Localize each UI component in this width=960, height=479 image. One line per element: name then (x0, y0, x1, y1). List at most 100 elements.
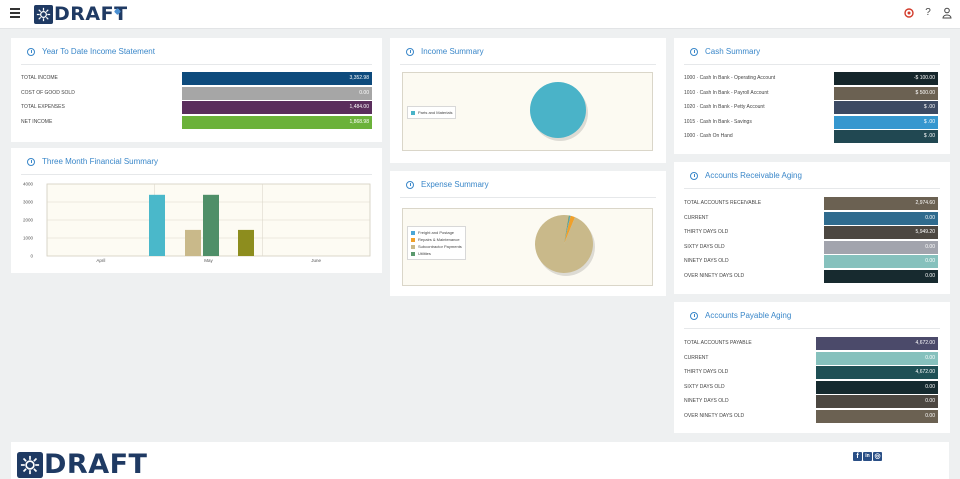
row-label: 1000 · Cash On Hand (684, 133, 733, 140)
x-tick-label: May (204, 258, 213, 263)
info-icon (690, 311, 698, 320)
ytd-title: Year To Date Income Statement (42, 47, 155, 56)
info-icon (406, 47, 414, 56)
row-label: CURRENT (684, 214, 709, 221)
top-icons: ? (904, 7, 952, 19)
row-label: COST OF GOOD SOLD (21, 89, 75, 96)
legend-swatch (411, 230, 415, 235)
legend-swatch (411, 244, 415, 249)
bar (238, 229, 254, 256)
user-icon[interactable] (942, 7, 952, 19)
row-value-bar: $ .00 (834, 115, 938, 129)
legend-item: Repairs & Maintenance (411, 236, 462, 243)
linkedin-icon[interactable]: in (863, 452, 872, 461)
ap-aging-title: Accounts Payable Aging (705, 311, 792, 320)
info-icon (406, 180, 414, 189)
ar-aging-title: Accounts Receivable Aging (705, 171, 802, 180)
row-value-bar: 0.00 (824, 240, 938, 254)
bar (185, 229, 201, 256)
summary-row: TOTAL EXPENSES 1,484.00 (11, 101, 382, 115)
info-icon (690, 47, 698, 56)
row-value-bar: $ 500.00 (834, 86, 938, 100)
summary-row: TOTAL ACCOUNTS RECEIVABLE 2,974.60 (674, 197, 950, 210)
row-value-bar: 5,949.20 (824, 226, 938, 240)
pie-slice (530, 82, 586, 138)
instagram-icon[interactable]: ◎ (873, 452, 882, 461)
row-label: OVER NINETY DAYS OLD (684, 413, 745, 419)
info-icon (690, 171, 698, 180)
row-label: TOTAL ACCOUNTS PAYABLE (684, 340, 752, 346)
row-label: 1020 · Cash In Bank - Petty Account (684, 104, 765, 111)
legend-label: Parts and Materials (418, 110, 453, 115)
expense-summary-title: Expense Summary (421, 180, 489, 189)
row-value-bar: $ .00 (834, 130, 938, 144)
expense-legend: Freight and Postage Repairs & Maintenance… (407, 226, 466, 260)
legend-swatch (411, 237, 415, 242)
row-label: THIRTY DAYS OLD (684, 369, 729, 376)
row-label: SIXTY DAYS OLD (684, 383, 725, 390)
row-value-bar: 0.00 (816, 351, 938, 365)
legend-item: Parts and Materials (411, 109, 452, 116)
summary-row: SIXTY DAYS OLD 0.00 (674, 240, 950, 254)
summary-row: OVER NINETY DAYS OLD 0.00 (674, 270, 950, 283)
bar (203, 194, 219, 256)
row-label: CURRENT (684, 354, 709, 361)
row-value-bar: 0.00 (824, 211, 938, 225)
help-icon[interactable]: ? (923, 7, 933, 19)
logo[interactable]: DRAFT (34, 3, 128, 25)
three-month-title: Three Month Financial Summary (42, 157, 159, 166)
legend-item: Utilities (411, 250, 462, 257)
ar-aging-card: Accounts Receivable Aging TOTAL ACCOUNTS… (674, 162, 950, 294)
info-icon (27, 157, 35, 166)
footer: DRAFT f in ◎ (11, 442, 949, 479)
row-value-bar: -$ 100.00 (834, 72, 938, 85)
row-label: SIXTY DAYS OLD (684, 243, 725, 250)
summary-row: 1015 · Cash In Bank - Savings $ .00 (674, 115, 950, 129)
legend-swatch (411, 251, 415, 256)
x-tick-label: April (96, 258, 105, 263)
summary-row: 1020 · Cash In Bank - Petty Account $ .00 (674, 101, 950, 115)
menu-icon[interactable] (10, 8, 20, 20)
row-value-bar: 4,672.00 (816, 337, 938, 350)
summary-row: THIRTY DAYS OLD 4,672.00 (674, 366, 950, 380)
footer-logo-gear-icon (17, 452, 43, 478)
x-tick-label: June (311, 258, 321, 263)
row-label: NINETY DAYS OLD (684, 398, 729, 405)
legend-item: Freight and Postage (411, 229, 462, 236)
summary-row: NET INCOME 1,868.98 (11, 115, 382, 129)
income-legend: Parts and Materials (407, 106, 457, 119)
summary-row: TOTAL ACCOUNTS PAYABLE 4,672.00 (674, 337, 950, 350)
summary-row: CURRENT 0.00 (674, 351, 950, 365)
row-value-bar: 1,484.00 (182, 101, 372, 115)
row-value-bar: 3,352.98 (182, 72, 372, 85)
row-value-bar: 0.00 (824, 255, 938, 269)
y-tick-label: 1000 (23, 236, 34, 241)
bar (149, 194, 165, 256)
summary-row: 1000 · Cash In Bank - Operating Account -… (674, 72, 950, 85)
row-label: TOTAL ACCOUNTS RECEIVABLE (684, 200, 762, 206)
row-value-bar: $ .00 (834, 101, 938, 115)
row-value-bar: 0.00 (816, 380, 938, 394)
row-label: 1010 · Cash In Bank - Payroll Account (684, 89, 769, 96)
row-label: OVER NINETY DAYS OLD (684, 273, 745, 279)
legend-swatch (411, 110, 415, 115)
expense-summary-card: Expense Summary Freight and Postage Repai… (390, 171, 666, 296)
row-label: NET INCOME (21, 118, 53, 125)
ap-aging-card: Accounts Payable Aging TOTAL ACCOUNTS PA… (674, 302, 950, 433)
legend-label: Utilities (418, 251, 431, 256)
legend-label: Repairs & Maintenance (418, 237, 460, 242)
summary-row: COST OF GOOD SOLD 0.00 (11, 86, 382, 100)
income-pie-area: Parts and Materials (402, 72, 653, 151)
ytd-income-card: Year To Date Income Statement TOTAL INCO… (11, 38, 382, 142)
cash-summary-title: Cash Summary (705, 47, 761, 56)
notification-icon[interactable] (904, 7, 914, 19)
income-summary-card: Income Summary Parts and Materials (390, 38, 666, 163)
facebook-icon[interactable]: f (853, 452, 862, 461)
summary-row: THIRTY DAYS OLD 5,949.20 (674, 226, 950, 240)
footer-logo[interactable]: DRAFT (17, 450, 147, 479)
row-label: THIRTY DAYS OLD (684, 229, 729, 236)
row-value-bar: 0.00 (182, 86, 372, 100)
legend-label: Freight and Postage (418, 230, 455, 235)
income-summary-title: Income Summary (421, 47, 484, 56)
row-value-bar: 4,672.00 (816, 366, 938, 380)
